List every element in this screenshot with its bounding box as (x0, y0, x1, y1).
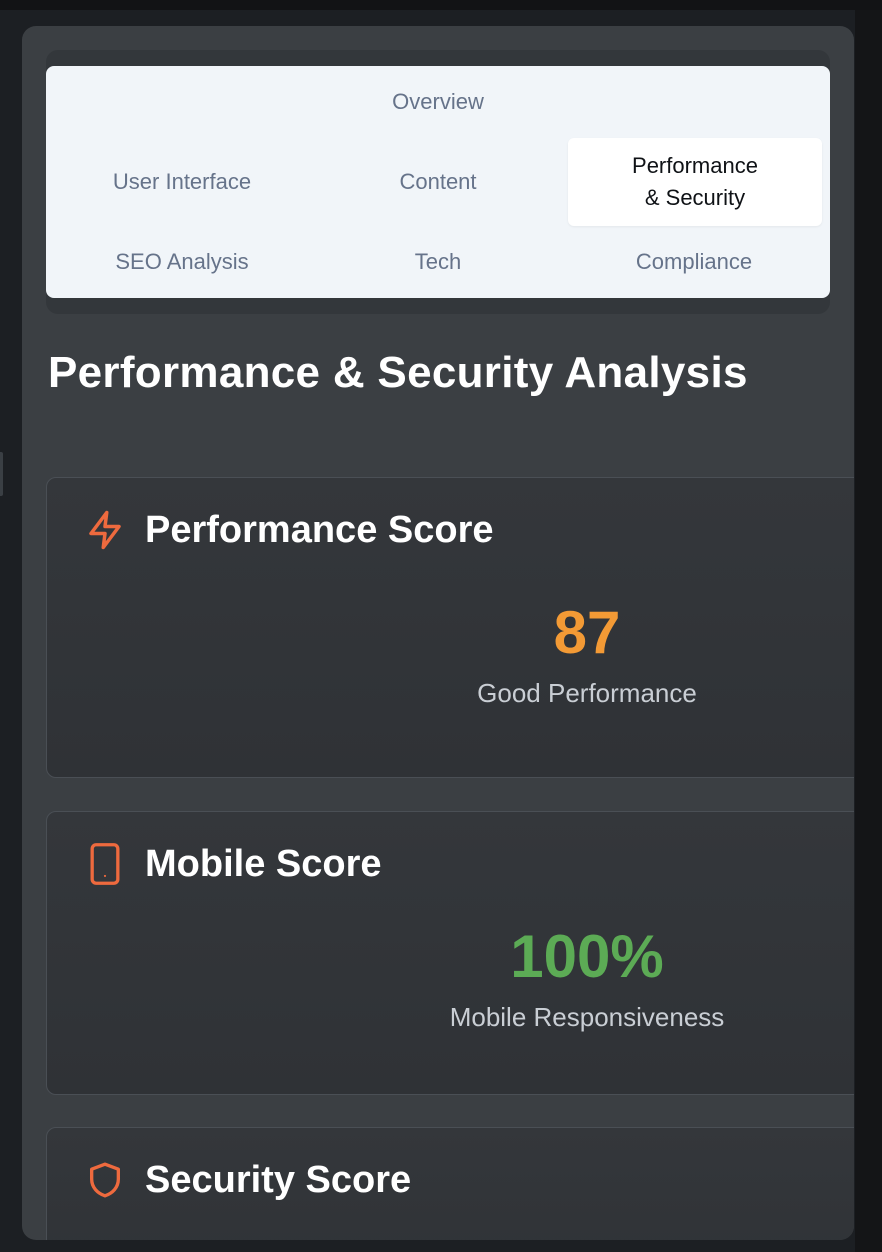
tab-performance-security-label: Performance & Security (632, 153, 758, 210)
card-header: Performance Score (83, 508, 494, 552)
performance-score-label: Good Performance (477, 678, 697, 708)
main-panel: Overview User Interface Content Performa… (22, 26, 854, 1240)
phone-icon (83, 842, 127, 886)
card-title: Performance Score (145, 508, 494, 551)
left-edge-handle[interactable] (0, 452, 3, 496)
mobile-score-label: Mobile Responsiveness (449, 1002, 725, 1032)
score-block: 100% Mobile Responsiveness (47, 922, 854, 1033)
card-title: Mobile Score (145, 842, 382, 885)
performance-score-card: Performance Score 87 Good Performance (46, 477, 854, 778)
card-header: Security Score (83, 1158, 411, 1202)
tab-seo-analysis[interactable]: SEO Analysis (54, 226, 310, 298)
lightning-icon (83, 508, 127, 552)
security-score-card: Security Score (46, 1127, 854, 1240)
shield-icon (83, 1158, 127, 1202)
mobile-score-value: 100% (510, 923, 664, 990)
tab-performance-security[interactable]: Performance & Security (568, 138, 822, 226)
tab-user-interface[interactable]: User Interface (54, 138, 310, 226)
performance-score-value: 87 (553, 599, 621, 666)
card-title: Security Score (145, 1158, 412, 1201)
mobile-score-card: Mobile Score 100% Mobile Responsiveness (46, 811, 854, 1095)
window-edge (855, 10, 882, 1252)
tab-content[interactable]: Content (310, 138, 566, 226)
score-block: 87 Good Performance (47, 598, 854, 709)
tab-tech[interactable]: Tech (310, 226, 566, 298)
tab-list: Overview User Interface Content Performa… (46, 66, 830, 298)
top-bar (0, 0, 882, 10)
tab-compliance[interactable]: Compliance (566, 226, 822, 298)
tab-overview[interactable]: Overview (54, 66, 822, 138)
page-title: Performance & Security Analysis (48, 348, 748, 397)
card-header: Mobile Score (83, 842, 382, 886)
